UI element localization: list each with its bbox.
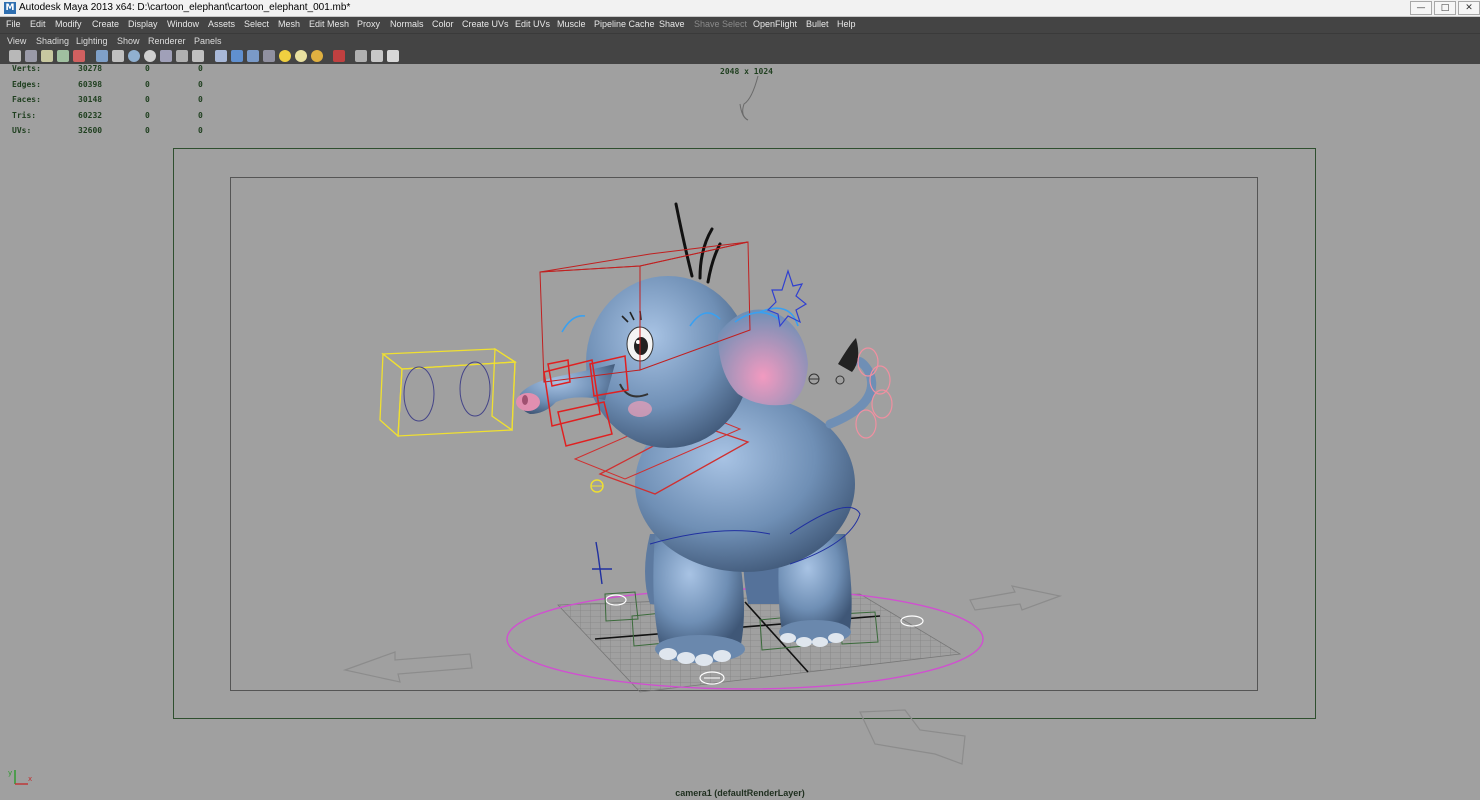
field-chart-icon[interactable] <box>160 50 172 62</box>
wireframe-icon[interactable] <box>215 50 227 62</box>
menu-shave[interactable]: Shave <box>659 19 685 29</box>
bookmarks-icon[interactable] <box>41 50 53 62</box>
select-camera-icon[interactable] <box>9 50 21 62</box>
menu-edit-mesh[interactable]: Edit Mesh <box>309 19 349 29</box>
backface-icon[interactable] <box>387 50 399 62</box>
film-gate-icon[interactable] <box>112 50 124 62</box>
panel-toolbar: View Shading Lighting Show Renderer Panels <box>0 33 1480 64</box>
menu-select[interactable]: Select <box>244 19 269 29</box>
menu-edit[interactable]: Edit <box>30 19 46 29</box>
use-all-lights-icon[interactable] <box>295 50 307 62</box>
menu-file[interactable]: File <box>6 19 21 29</box>
panel-icon-row <box>0 49 420 64</box>
wireframe-on-shaded-icon[interactable] <box>247 50 259 62</box>
shadows-icon[interactable] <box>311 50 323 62</box>
menu-color[interactable]: Color <box>432 19 454 29</box>
textured-icon[interactable] <box>263 50 275 62</box>
panel-menu-renderer[interactable]: Renderer <box>148 36 186 46</box>
panel-menu-shading[interactable]: Shading <box>36 36 69 46</box>
panel-menu-show[interactable]: Show <box>117 36 140 46</box>
scene-render <box>342 75 1063 765</box>
camera-aim-curve <box>739 75 759 121</box>
eye-aim-control <box>379 347 518 438</box>
menu-pipeline-cache[interactable]: Pipeline Cache <box>594 19 655 29</box>
menu-shave-select[interactable]: Shave Select <box>694 19 747 29</box>
menu-openflight[interactable]: OpenFlight <box>753 19 797 29</box>
axis-y-label: y <box>8 769 12 777</box>
window-title: Autodesk Maya 2013 x64: D:\cartoon_eleph… <box>19 2 351 13</box>
panel-menu-view[interactable]: View <box>7 36 26 46</box>
menu-assets[interactable]: Assets <box>208 19 235 29</box>
menu-normals[interactable]: Normals <box>390 19 424 29</box>
camera-attributes-icon[interactable] <box>73 50 85 62</box>
axis-x-label: x <box>28 775 32 783</box>
smooth-shade-icon[interactable] <box>231 50 243 62</box>
camera-label: camera1 (defaultRenderLayer) <box>675 788 805 798</box>
panel-menu-panels[interactable]: Panels <box>194 36 222 46</box>
safe-title-icon[interactable] <box>192 50 204 62</box>
perspective-viewport[interactable]: Verts: 30278 0 0 Edges: 60398 0 0 Faces: 30148 0 0 T… <box>0 64 1480 800</box>
main-menu-bar: File Edit Modify Create Display Window Assets S… <box>0 17 1480 33</box>
menu-help[interactable]: Help <box>837 19 856 29</box>
panel-menu-lighting[interactable]: Lighting <box>76 36 108 46</box>
menu-muscle[interactable]: Muscle <box>557 19 586 29</box>
move-arrow-right <box>969 585 1063 611</box>
view-axis-icon: y x <box>8 769 32 785</box>
use-default-light-icon[interactable] <box>279 50 291 62</box>
move-arrow-down <box>859 709 966 765</box>
menu-edit-uvs[interactable]: Edit UVs <box>515 19 550 29</box>
menu-modify[interactable]: Modify <box>55 19 82 29</box>
image-plane-icon[interactable] <box>57 50 69 62</box>
maximize-button[interactable]: □ <box>1434 1 1456 15</box>
menu-bullet[interactable]: Bullet <box>806 19 829 29</box>
xray-icon[interactable] <box>355 50 367 62</box>
minimize-button[interactable]: — <box>1410 1 1432 15</box>
grid-icon[interactable] <box>96 50 108 62</box>
gate-mask-icon[interactable] <box>144 50 156 62</box>
maya-logo-icon: M <box>4 2 16 14</box>
menu-mesh[interactable]: Mesh <box>278 19 300 29</box>
elephant-hair <box>674 202 722 284</box>
close-button[interactable]: ✕ <box>1458 1 1480 15</box>
menu-create[interactable]: Create <box>92 19 119 29</box>
menu-window[interactable]: Window <box>167 19 199 29</box>
resolution-gate-icon[interactable] <box>128 50 140 62</box>
menu-create-uvs[interactable]: Create UVs <box>462 19 509 29</box>
isolate-select-icon[interactable] <box>333 50 345 62</box>
xray-joints-icon[interactable] <box>371 50 383 62</box>
menu-display[interactable]: Display <box>128 19 158 29</box>
menu-proxy[interactable]: Proxy <box>357 19 380 29</box>
lock-camera-icon[interactable] <box>25 50 37 62</box>
move-arrow-left <box>342 651 473 683</box>
title-bar: M Autodesk Maya 2013 x64: D:\cartoon_ele… <box>0 0 1480 17</box>
safe-action-icon[interactable] <box>176 50 188 62</box>
